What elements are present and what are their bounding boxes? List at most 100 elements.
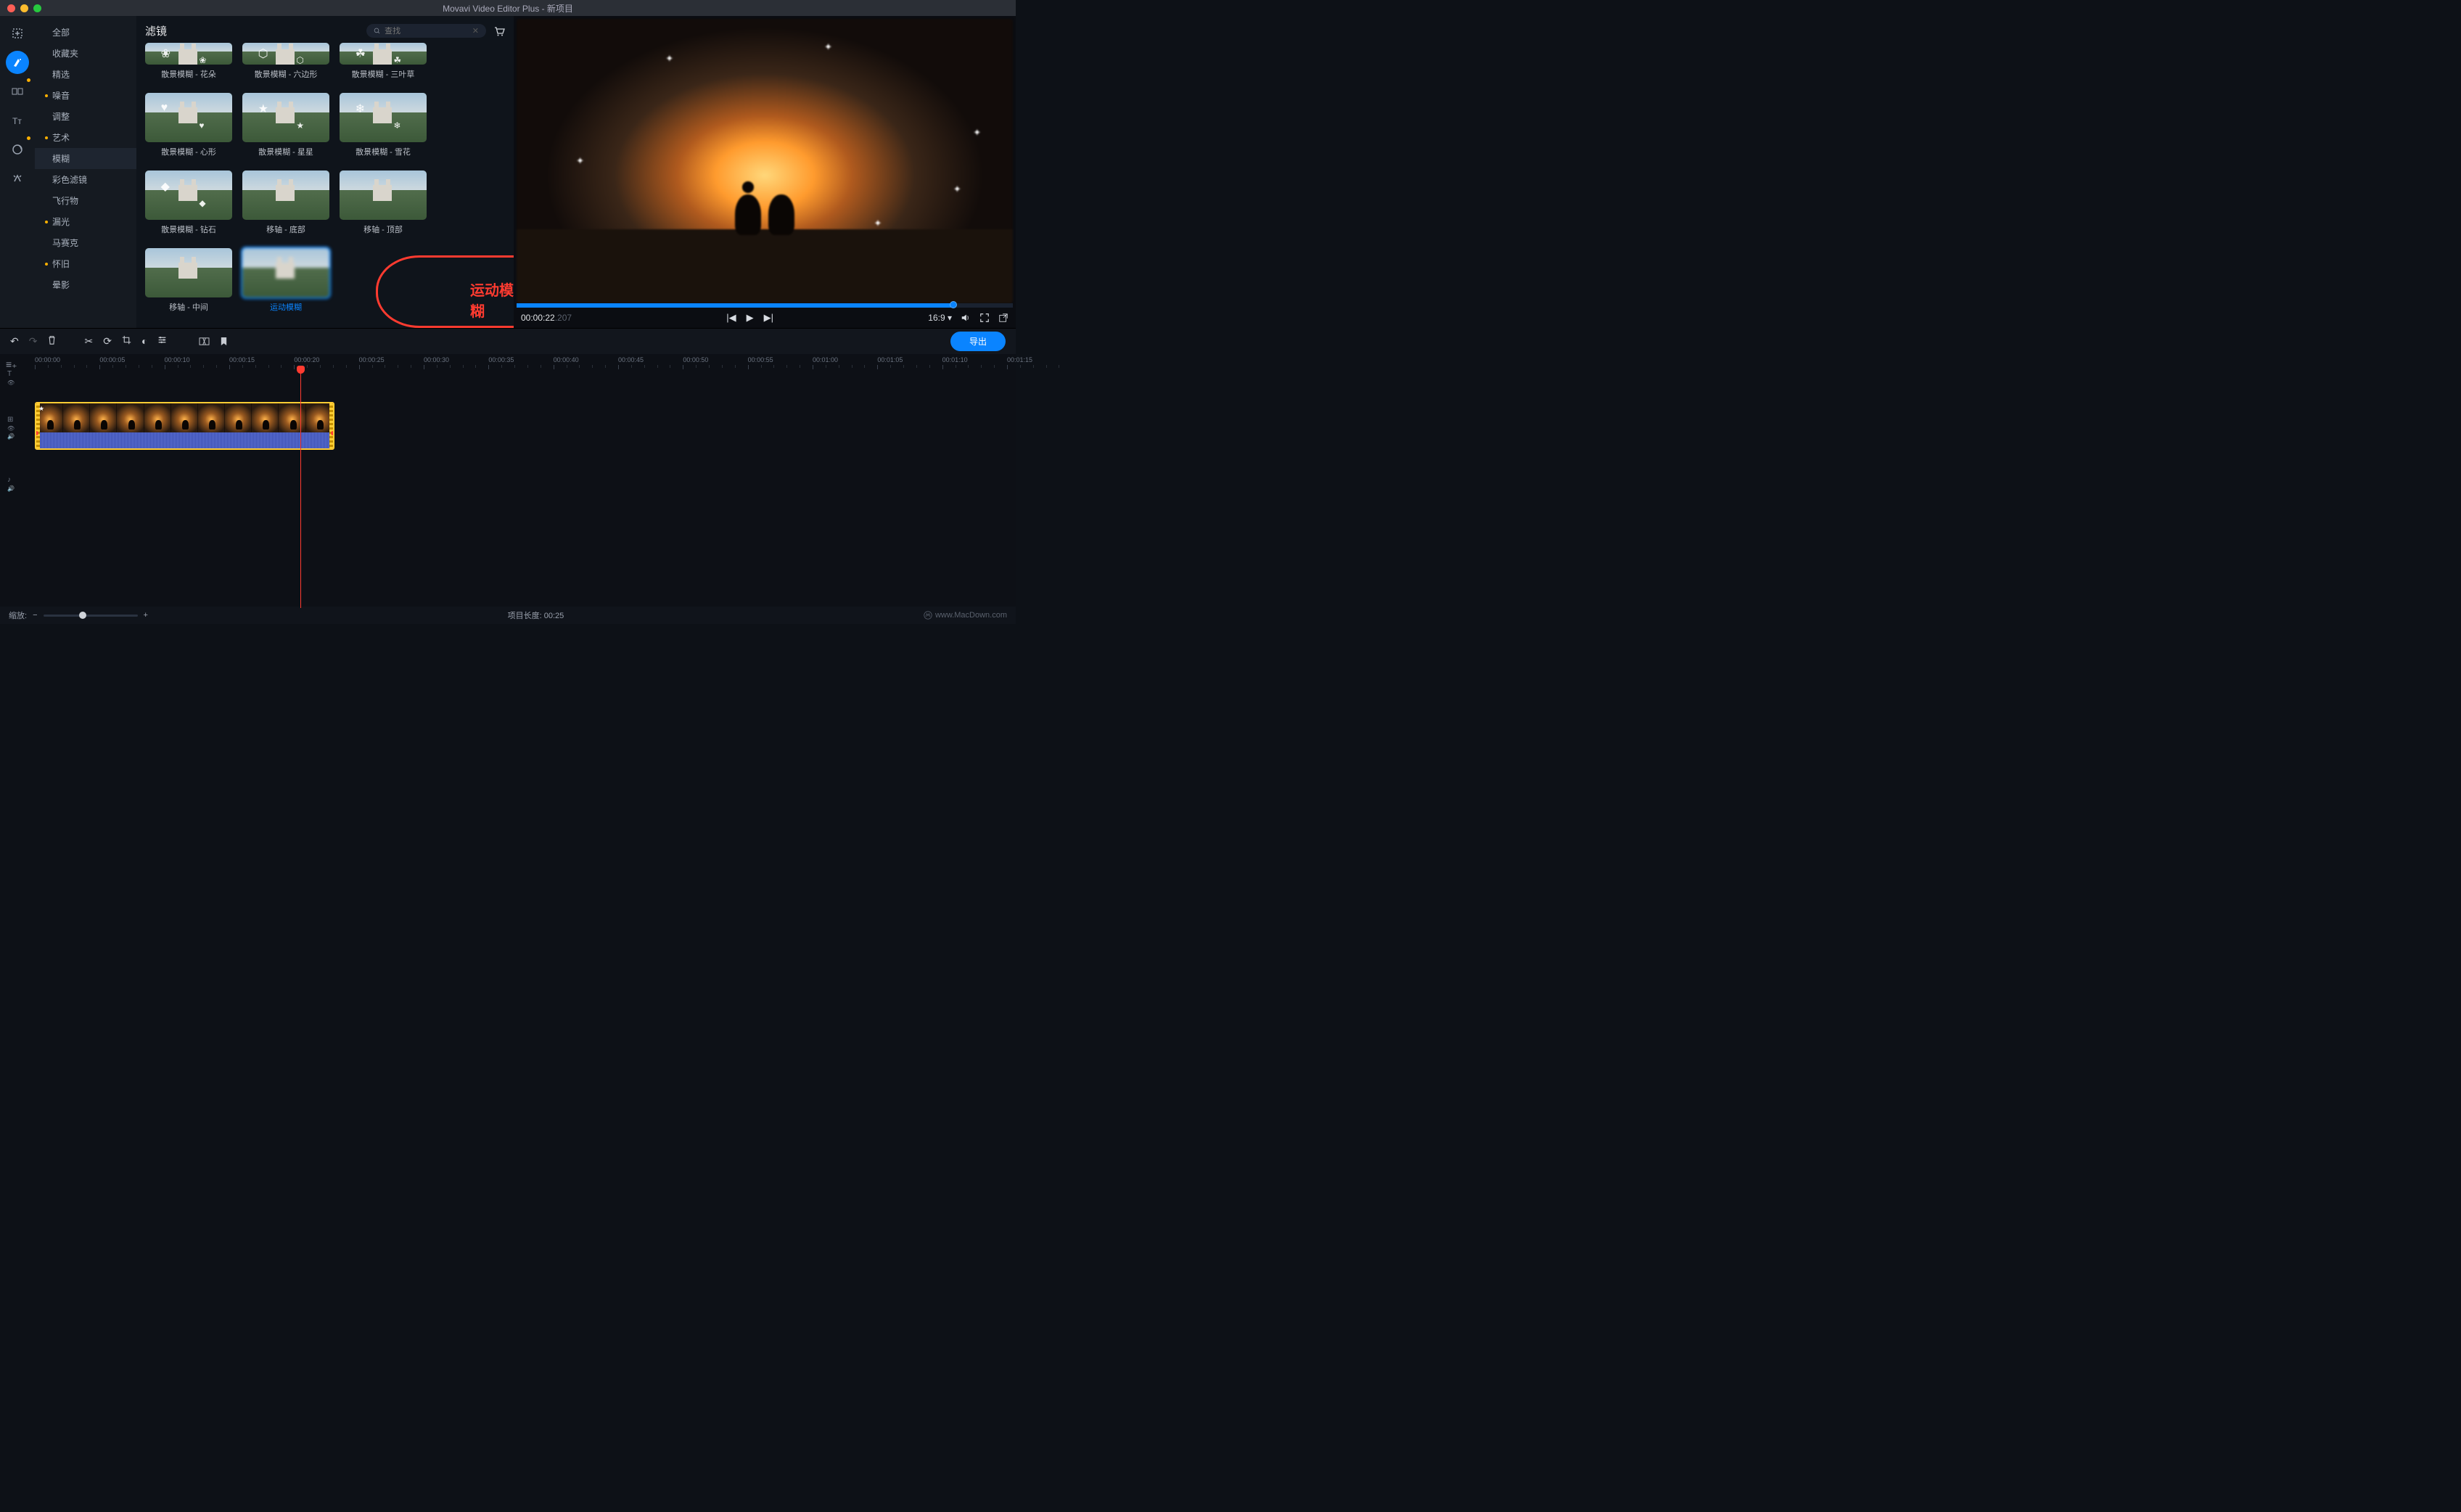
- filter-tile[interactable]: ❄❄散景模糊 - 雪花: [340, 93, 427, 157]
- playhead[interactable]: [300, 370, 301, 608]
- search-input[interactable]: [385, 27, 472, 36]
- project-duration: 项目长度: 00:25: [148, 609, 924, 621]
- filter-label: 散景模糊 - 三叶草: [352, 68, 415, 80]
- annotation-text: 运动模糊: [470, 279, 514, 321]
- cart-icon[interactable]: [493, 25, 505, 37]
- category-item[interactable]: 收藏夹: [35, 43, 136, 64]
- delete-button[interactable]: [47, 335, 57, 348]
- status-bar: 缩放: − + 项目长度: 00:25 www.MacDown.com: [0, 607, 1016, 624]
- category-label: 怀旧: [52, 258, 70, 270]
- category-item[interactable]: 全部: [35, 22, 136, 43]
- svg-text:Tᴛ: Tᴛ: [12, 116, 22, 126]
- add-track-button[interactable]: ≡₊: [6, 358, 17, 371]
- filter-label: 移轴 - 底部: [266, 223, 305, 235]
- preview-canvas[interactable]: ✦ ✦ ✦ ✦ ✦ ✦: [517, 19, 1013, 303]
- category-label: 调整: [52, 110, 70, 123]
- filter-tile[interactable]: 移轴 - 底部: [242, 170, 329, 235]
- filter-label: 散景模糊 - 六边形: [255, 68, 318, 80]
- fullscreen-icon[interactable]: [979, 313, 990, 323]
- filter-tile[interactable]: ❀❀散景模糊 - 花朵: [145, 43, 232, 80]
- category-label: 漏光: [52, 215, 70, 228]
- video-track-header[interactable]: ⊞👁🔊: [7, 402, 15, 453]
- category-list: 全部收藏夹精选噪音调整艺术模糊彩色滤镜飞行物漏光马赛克怀旧晕影: [35, 16, 136, 328]
- category-label: 艺术: [52, 131, 70, 144]
- category-item[interactable]: 彩色滤镜: [35, 169, 136, 190]
- crop-button[interactable]: [122, 335, 131, 348]
- category-label: 收藏夹: [52, 47, 78, 59]
- filter-tile[interactable]: ◆◆散景模糊 - 钻石: [145, 170, 232, 235]
- clip-props-button[interactable]: [157, 335, 167, 348]
- clip-effect-icon: ★: [38, 405, 44, 413]
- undo-button[interactable]: ↶: [10, 335, 19, 348]
- category-label: 马赛克: [52, 237, 78, 249]
- filter-tile[interactable]: ♥♥散景模糊 - 心形: [145, 93, 232, 157]
- filter-grid: ❀❀散景模糊 - 花朵 ⬡⬡散景模糊 - 六边形 ☘☘散景模糊 - 三叶草 ♥♥散景模…: [145, 43, 505, 313]
- category-item[interactable]: 漏光: [35, 211, 136, 232]
- filter-label: 散景模糊 - 花朵: [161, 68, 216, 80]
- tool-stickers[interactable]: [6, 138, 29, 161]
- zoom-out-button[interactable]: −: [33, 611, 37, 620]
- tool-titles[interactable]: Tᴛ: [6, 109, 29, 132]
- filter-tile[interactable]: ★★散景模糊 - 星星: [242, 93, 329, 157]
- tool-more[interactable]: [6, 167, 29, 190]
- clip-audio-waveform: [36, 432, 333, 450]
- filter-tile[interactable]: ⬡⬡散景模糊 - 六边形: [242, 43, 329, 80]
- filter-label: 散景模糊 - 心形: [161, 146, 216, 157]
- prev-frame-button[interactable]: |◀: [726, 312, 736, 324]
- search-field[interactable]: ✕: [366, 24, 486, 38]
- category-item[interactable]: 怀旧: [35, 253, 136, 274]
- tool-rail: Tᴛ: [0, 16, 35, 328]
- marker-button[interactable]: [220, 337, 228, 346]
- filter-tile[interactable]: 移轴 - 顶部: [340, 170, 427, 235]
- aspect-selector[interactable]: 16:9 ▾: [928, 313, 952, 323]
- category-item[interactable]: 模糊: [35, 148, 136, 169]
- transition-wiz-button[interactable]: [199, 337, 210, 346]
- track-header-icons: T👁 ⊞👁🔊 ♪🔊: [7, 370, 15, 492]
- tool-transitions[interactable]: [6, 80, 29, 103]
- category-item[interactable]: 晕影: [35, 274, 136, 295]
- timeline-toolbar: ↶ ↷ ✂ ⟳ ◐ 导出: [0, 328, 1016, 354]
- category-label: 飞行物: [52, 194, 78, 207]
- preview-progress[interactable]: [517, 303, 1013, 308]
- category-item[interactable]: 调整: [35, 106, 136, 127]
- title-track-header[interactable]: T👁: [7, 370, 15, 386]
- filter-label: 散景模糊 - 雪花: [356, 146, 411, 157]
- rotate-button[interactable]: ⟳: [103, 335, 112, 348]
- video-clip[interactable]: ★: [35, 402, 334, 450]
- play-button[interactable]: ▶: [747, 312, 754, 324]
- time-ruler[interactable]: 00:00:0000:00:0500:00:1000:00:1500:00:20…: [35, 354, 1016, 370]
- popout-icon[interactable]: [998, 313, 1008, 323]
- filter-tile[interactable]: ♡运动模糊: [242, 248, 329, 313]
- tracks-area[interactable]: T👁 ⊞👁🔊 ♪🔊 ★: [35, 370, 1016, 608]
- filter-label: 移轴 - 顶部: [363, 223, 403, 235]
- tool-filters[interactable]: [6, 51, 29, 74]
- volume-icon[interactable]: [961, 313, 971, 323]
- color-button[interactable]: ◐: [141, 335, 147, 348]
- category-item[interactable]: 噪音: [35, 85, 136, 106]
- preview-controls: 00:00:22.207 |◀ ▶ ▶| 16:9 ▾: [514, 308, 1016, 328]
- filter-tile[interactable]: ☘☘散景模糊 - 三叶草: [340, 43, 427, 80]
- category-label: 全部: [52, 26, 70, 38]
- zoom-slider[interactable]: [44, 615, 138, 617]
- filter-label: 移轴 - 中间: [169, 301, 208, 313]
- category-label: 精选: [52, 68, 70, 81]
- redo-button[interactable]: ↷: [29, 335, 38, 348]
- split-button[interactable]: ✂: [84, 335, 93, 348]
- titlebar: Movavi Video Editor Plus - 新项目: [0, 0, 1016, 16]
- filter-label: 运动模糊: [270, 301, 302, 313]
- export-button[interactable]: 导出: [950, 332, 1006, 351]
- clear-icon[interactable]: ✕: [472, 26, 479, 36]
- timecode: 00:00:22.207: [521, 313, 572, 323]
- filter-tile[interactable]: 移轴 - 中间: [145, 248, 232, 313]
- next-frame-button[interactable]: ▶|: [764, 312, 773, 324]
- clip-handle-right[interactable]: [329, 403, 334, 448]
- filter-browser: 滤镜 ✕ ❀❀散景模糊 - 花朵⬡⬡散景模糊 - 六边形☘☘散景模糊 - 三叶草…: [136, 16, 514, 328]
- category-item[interactable]: 艺术: [35, 127, 136, 148]
- audio-track-header[interactable]: ♪🔊: [7, 476, 15, 492]
- timeline: ≡₊ 00:00:0000:00:0500:00:1000:00:1500:00…: [0, 354, 1016, 608]
- category-item[interactable]: 马赛克: [35, 232, 136, 253]
- tool-import[interactable]: [6, 22, 29, 45]
- category-item[interactable]: 飞行物: [35, 190, 136, 211]
- category-item[interactable]: 精选: [35, 64, 136, 85]
- category-label: 模糊: [52, 152, 70, 165]
